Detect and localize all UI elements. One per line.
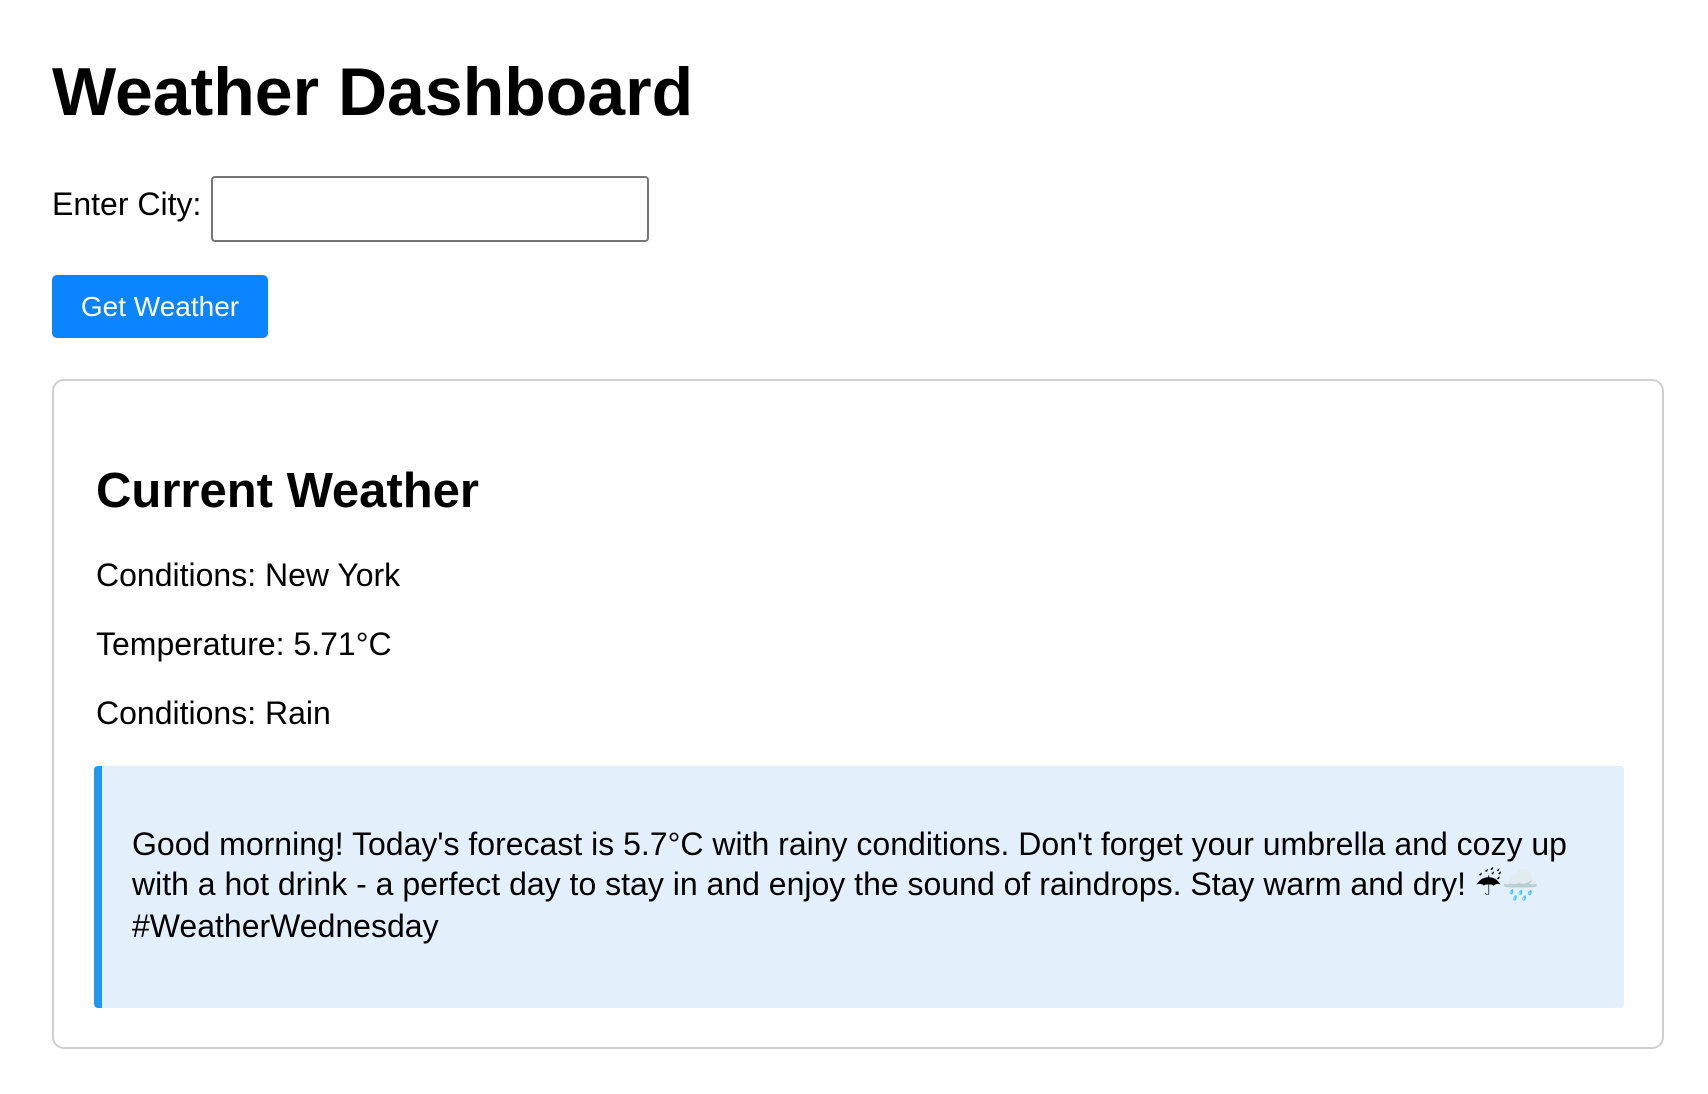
location-line: Conditions: New York (96, 557, 401, 593)
weather-message-text: Good morning! Today's forecast is 5.7°C … (132, 826, 1567, 902)
temperature-line: Temperature: 5.71°C (96, 626, 392, 662)
weather-hashtag: #WeatherWednesday (132, 908, 439, 944)
conditions-line: Conditions: Rain (96, 695, 331, 731)
current-weather-heading: Current Weather (96, 464, 480, 518)
weather-message: Good morning! Today's forecast is 5.7°C … (132, 824, 1572, 946)
weather-emojis: ☔🌧️ (1474, 868, 1540, 903)
city-label: Enter City: (52, 186, 202, 222)
page-title: Weather Dashboard (52, 54, 694, 130)
city-input[interactable] (211, 176, 650, 242)
weather-message-box: Good morning! Today's forecast is 5.7°C … (94, 766, 1624, 1008)
city-search-row: Enter City: (52, 173, 650, 245)
get-weather-button[interactable]: Get Weather (52, 275, 268, 338)
current-weather-card: Current Weather Conditions: New York Tem… (52, 379, 1664, 1049)
